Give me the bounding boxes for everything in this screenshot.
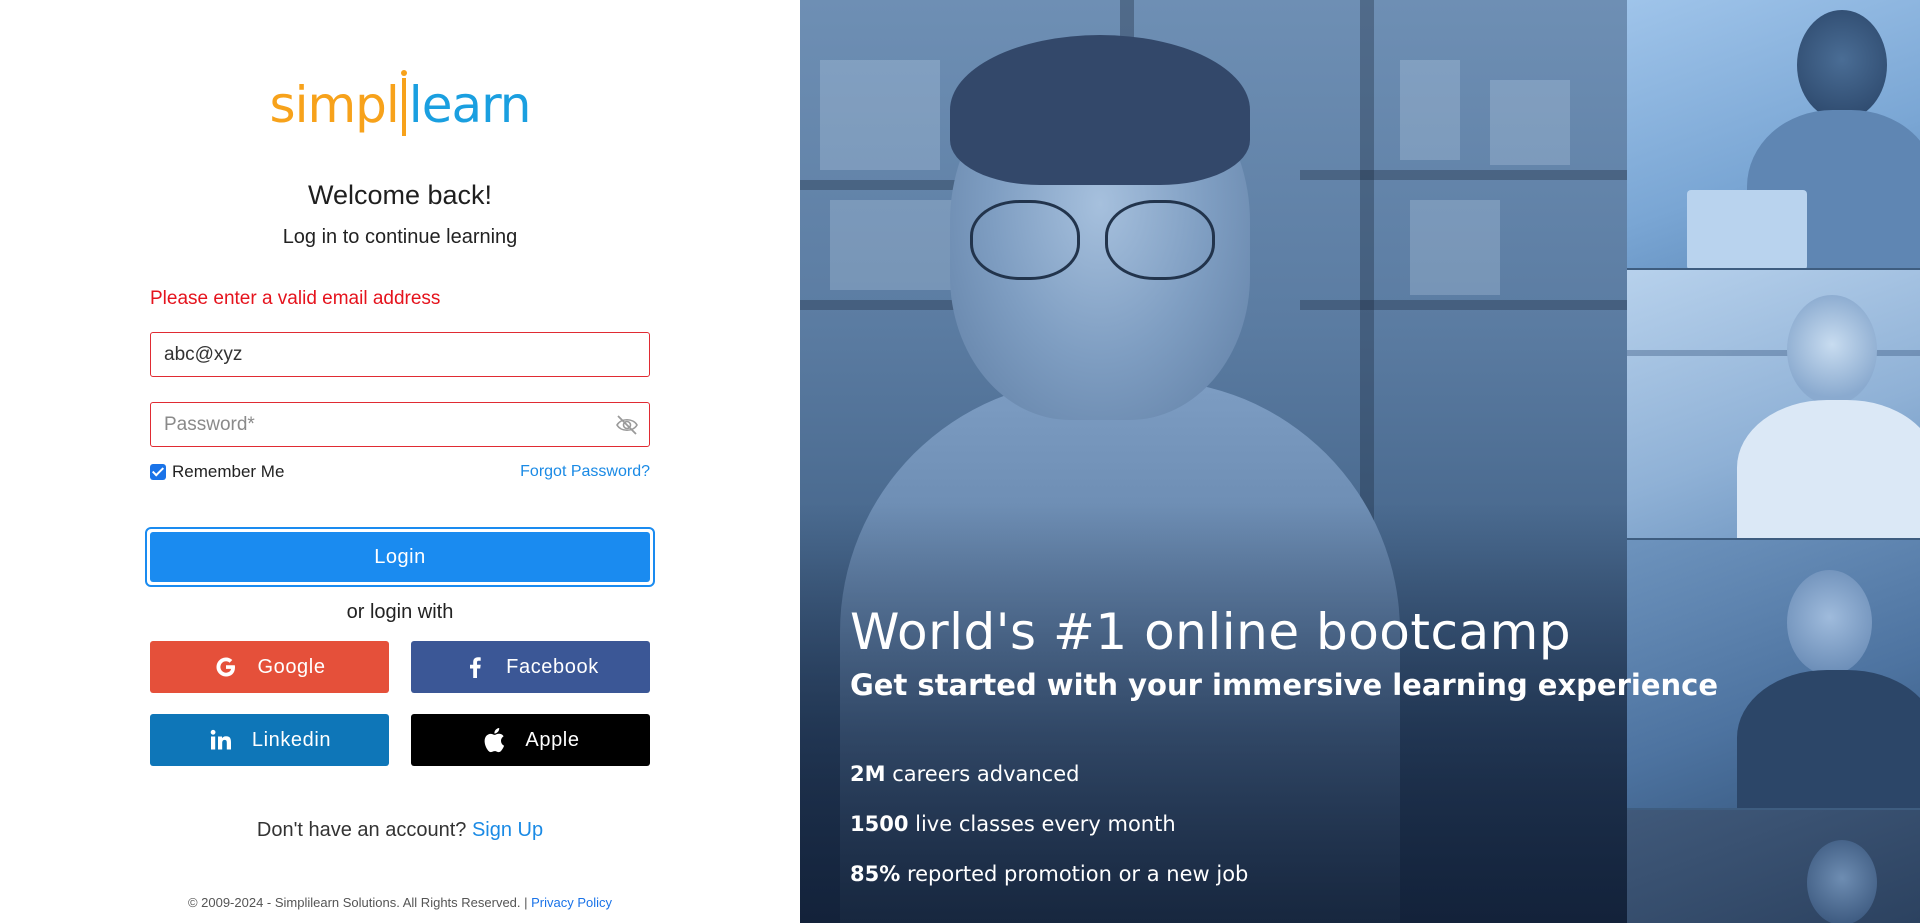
forgot-password-link[interactable]: Forgot Password? xyxy=(520,463,650,481)
email-field[interactable] xyxy=(150,332,650,377)
promo-side-image-4 xyxy=(1627,810,1920,923)
page-title: Welcome back! xyxy=(307,180,493,210)
login-panel: simpl learn Welcome back! Log in to conti… xyxy=(0,0,800,923)
stat-value: 85% xyxy=(850,862,901,886)
linkedin-icon xyxy=(208,727,234,753)
copyright-text: © 2009-2024 - Simplilearn Solutions. All… xyxy=(187,895,528,910)
stat-text: reported promotion or a new job xyxy=(906,862,1249,886)
google-icon xyxy=(213,654,239,680)
stat-value: 2M xyxy=(850,762,886,786)
email-error-message: Please enter a valid email address xyxy=(150,288,441,309)
logo-text-part1: simpl xyxy=(269,76,400,134)
stat-text: careers advanced xyxy=(892,762,1080,786)
promo-stat-classes: 1500 live classes every month xyxy=(850,812,1176,836)
footer: © 2009-2024 - Simplilearn Solutions. All… xyxy=(0,895,800,910)
page-subtitle: Log in to continue learning xyxy=(282,226,518,248)
login-button[interactable]: Login xyxy=(145,527,655,587)
apple-button-label: Apple xyxy=(525,728,580,751)
checkbox-checked-icon[interactable] xyxy=(150,464,166,480)
promo-stat-promotion: 85% reported promotion or a new job xyxy=(850,862,1248,886)
login-button-label: Login xyxy=(150,532,650,582)
apple-login-button[interactable]: Apple xyxy=(411,714,650,766)
eye-off-icon[interactable] xyxy=(615,414,639,436)
signup-link[interactable]: Sign Up xyxy=(472,819,543,841)
facebook-icon xyxy=(462,654,488,680)
simplilearn-logo[interactable]: simpl learn xyxy=(0,70,800,136)
promo-tagline: Get started with your immersive learning… xyxy=(850,668,1719,702)
promo-side-image-1 xyxy=(1627,0,1920,268)
promo-panel: World's #1 online bootcamp Get started w… xyxy=(800,0,1920,923)
or-login-with-text: or login with xyxy=(346,601,454,623)
password-field[interactable] xyxy=(150,402,650,447)
apple-icon xyxy=(481,727,507,753)
promo-headline: World's #1 online bootcamp xyxy=(850,603,1572,661)
facebook-login-button[interactable]: Facebook xyxy=(411,641,650,693)
stat-text: live classes every month xyxy=(915,812,1176,836)
facebook-button-label: Facebook xyxy=(506,655,599,678)
remember-me-label: Remember Me xyxy=(172,462,285,481)
linkedin-login-button[interactable]: Linkedin xyxy=(150,714,389,766)
promo-side-image-2 xyxy=(1627,270,1920,538)
email-input[interactable] xyxy=(151,333,649,376)
logo-text-part2: learn xyxy=(408,76,532,134)
linkedin-button-label: Linkedin xyxy=(251,728,332,751)
promo-stat-careers: 2M careers advanced xyxy=(850,762,1079,786)
google-login-button[interactable]: Google xyxy=(150,641,389,693)
logo-i-bar xyxy=(400,70,407,136)
signup-prompt: Don't have an account? Sign Up xyxy=(0,819,800,842)
remember-me[interactable]: Remember Me xyxy=(150,462,284,482)
google-button-label: Google xyxy=(257,655,326,678)
password-input[interactable] xyxy=(151,403,649,446)
stat-value: 1500 xyxy=(850,812,909,836)
signup-prompt-text: Don't have an account? xyxy=(256,819,467,841)
privacy-policy-link[interactable]: Privacy Policy xyxy=(531,895,612,910)
